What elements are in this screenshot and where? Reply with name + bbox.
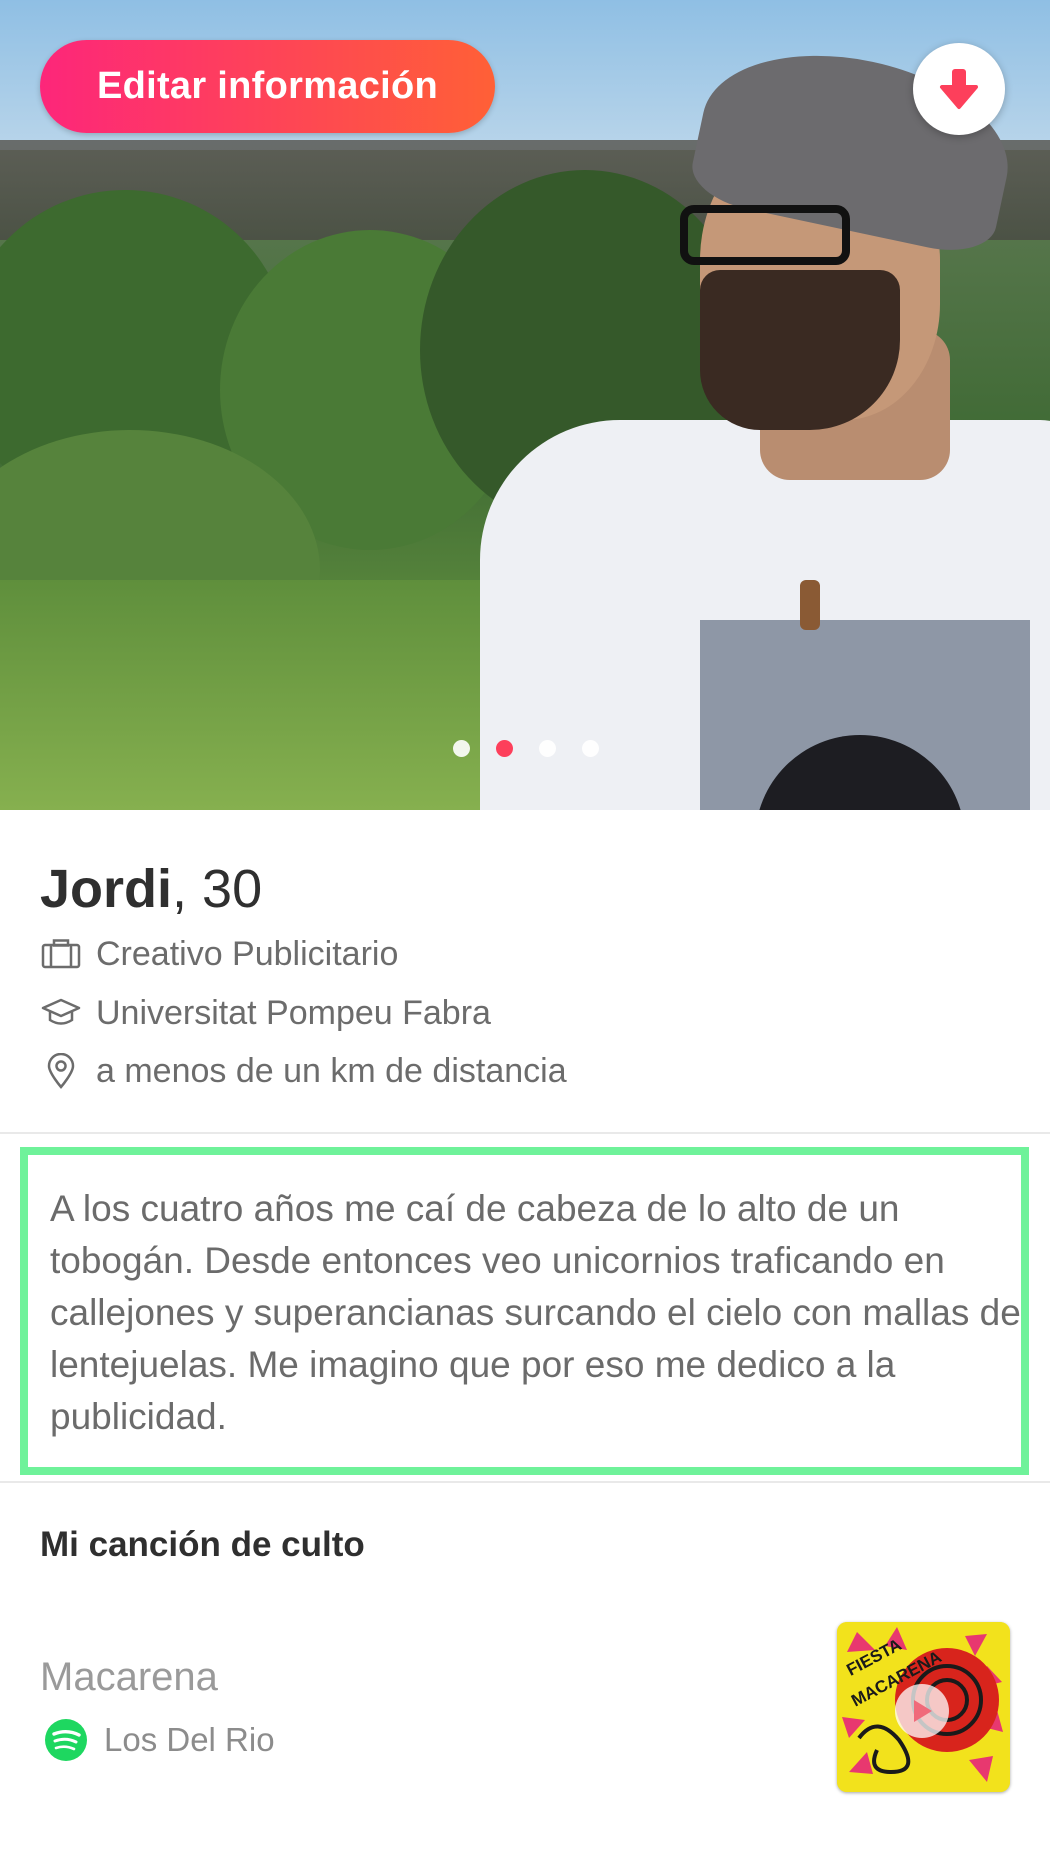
distance-text: a menos de un km de distancia [96,1051,567,1090]
distance-row: a menos de un km de distancia [40,1051,567,1091]
profile-name-age: Jordi, 30 [40,858,262,920]
school-name: Universitat Pompeu Fabra [96,993,491,1032]
spotify-icon [45,1719,87,1761]
song-title: Macarena [40,1655,218,1699]
profile-photo[interactable]: Editar información [0,0,1050,810]
arrow-down-icon [940,69,978,109]
bio-text: A los cuatro años me caí de cabeza de lo… [20,1147,1029,1475]
job-title: Creativo Publicitario [96,934,399,973]
collapse-button[interactable] [913,43,1005,135]
artist-row: Los Del Rio [44,1718,275,1762]
profile-age: , 30 [172,859,263,919]
play-icon [914,1700,932,1722]
photo-dot-3[interactable] [539,740,556,757]
location-pin-icon [40,1051,82,1091]
photo-pagination[interactable] [0,740,1050,757]
edit-info-button[interactable]: Editar información [40,40,495,133]
anthem-section-title: Mi canción de culto [40,1525,365,1564]
photo-dot-1[interactable] [453,740,470,757]
photo-dot-4[interactable] [582,740,599,757]
briefcase-icon [40,934,82,974]
school-row: Universitat Pompeu Fabra [40,993,491,1033]
section-divider [0,1481,1050,1483]
job-row: Creativo Publicitario [40,934,398,974]
photo-dot-2-active[interactable] [496,740,513,757]
artist-name: Los Del Rio [104,1721,275,1758]
profile-name: Jordi [40,859,173,919]
play-button[interactable] [895,1684,949,1738]
graduation-cap-icon [40,993,82,1033]
section-divider [0,1132,1050,1134]
album-cover[interactable]: FIESTA MACARENA [837,1622,1010,1792]
